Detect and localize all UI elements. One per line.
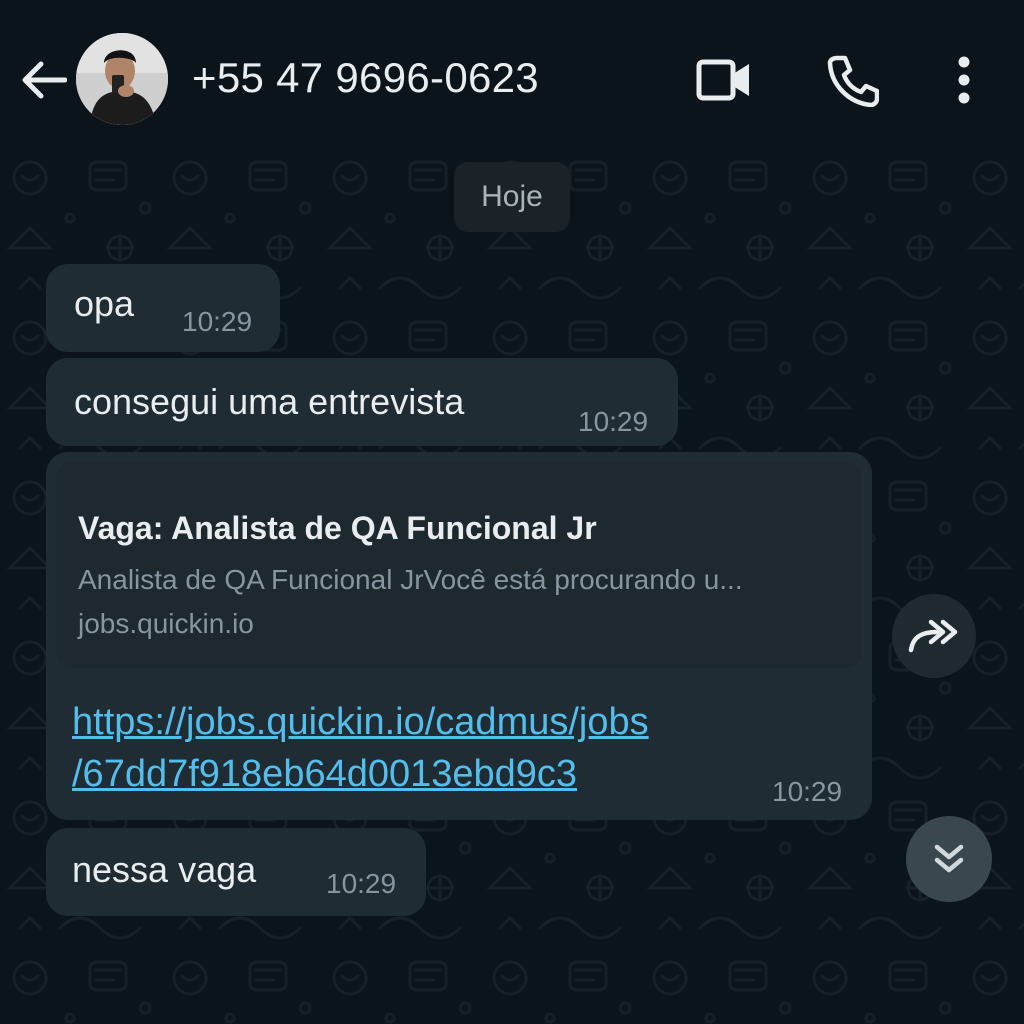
double-chevron-down-icon <box>934 844 964 873</box>
video-call-button[interactable] <box>692 48 756 112</box>
message-time: 10:29 <box>578 406 649 437</box>
message-bubble[interactable]: nessa vaga 10:29 <box>46 828 426 916</box>
message-text: opa <box>74 283 135 324</box>
phone-icon <box>827 55 879 107</box>
message-bubble[interactable]: consegui uma entrevista 10:29 <box>46 358 678 446</box>
avatar-image <box>76 33 168 125</box>
message-link[interactable]: https://jobs.quickin.io/cadmus/jobs /67d… <box>72 696 649 800</box>
video-camera-icon <box>696 59 749 101</box>
message-link-line-2[interactable]: /67dd7f918eb64d0013ebd9c3 <box>72 748 649 800</box>
avatar[interactable] <box>76 33 168 125</box>
link-preview-card[interactable]: Vaga: Analista de QA Funcional Jr Analis… <box>56 462 862 668</box>
link-preview-domain: jobs.quickin.io <box>78 608 254 639</box>
scroll-to-bottom-button[interactable] <box>906 816 992 902</box>
message-link-line-1[interactable]: https://jobs.quickin.io/cadmus/jobs <box>72 696 649 748</box>
link-preview-title: Vaga: Analista de QA Funcional Jr <box>78 510 597 546</box>
chat-header: +55 47 9696-0623 <box>0 0 1024 148</box>
link-message-bubble[interactable]: Vaga: Analista de QA Funcional Jr Analis… <box>46 452 872 820</box>
message-text: nessa vaga <box>72 849 257 890</box>
more-vertical-icon <box>958 56 970 104</box>
voice-call-button[interactable] <box>820 48 884 112</box>
more-options-button[interactable] <box>932 48 996 112</box>
back-button[interactable] <box>18 52 70 108</box>
forward-icon <box>908 619 958 653</box>
link-preview-description: Analista de QA Funcional JrVocê está pro… <box>78 564 743 595</box>
message-time: 10:29 <box>326 868 397 899</box>
whatsapp-chat-screen: +55 47 9696-0623 Hoje opa 10:29 consegui… <box>0 0 1024 1024</box>
message-time: 10:29 <box>182 306 253 337</box>
message-text: consegui uma entrevista <box>74 381 465 422</box>
forward-button[interactable] <box>892 594 976 678</box>
message-bubble[interactable]: opa 10:29 <box>46 264 280 352</box>
arrow-left-icon <box>22 61 67 99</box>
date-chip: Hoje <box>454 162 570 232</box>
message-time: 10:29 <box>772 776 843 807</box>
contact-name[interactable]: +55 47 9696-0623 <box>192 52 539 104</box>
chat-area[interactable]: Hoje opa 10:29 consegui uma entrevista 1… <box>0 148 1024 1024</box>
